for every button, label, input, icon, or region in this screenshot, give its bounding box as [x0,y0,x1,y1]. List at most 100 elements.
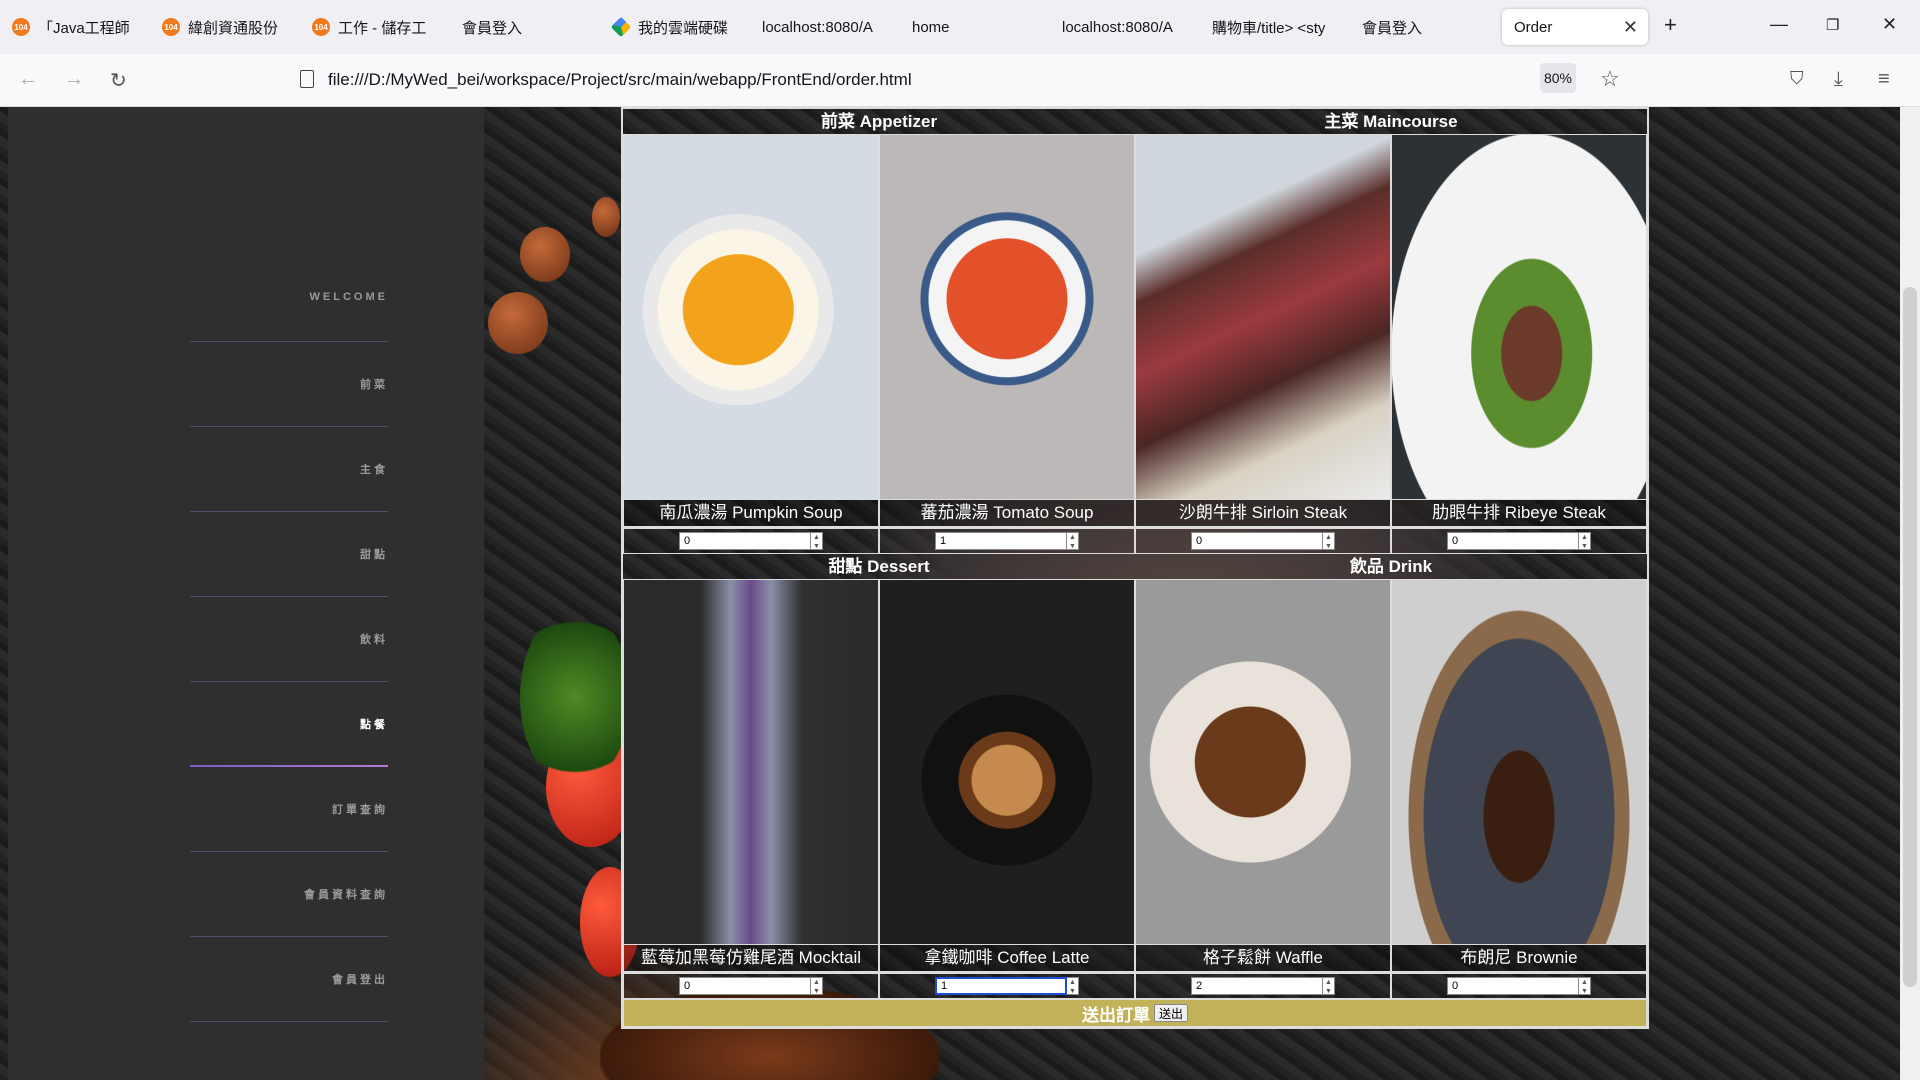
url-text[interactable]: file:///D:/MyWed_bei/workspace/Project/s… [328,70,912,90]
tomato-soup-image [880,135,1134,500]
google-drive-icon [612,16,632,38]
item-name: 布朗尼 Brownie [1392,945,1646,972]
item-name: 蕃茄濃湯 Tomato Soup [880,500,1134,527]
browser-nav-bar: ← → ↻ file:///D:/MyWed_bei/workspace/Pro… [0,54,1920,107]
page-scrollbar[interactable] [1900,107,1920,1080]
spinner-icon[interactable]: ▲ ▼ [1067,532,1079,550]
herb-decoration [520,607,630,787]
sidebar-item-drink[interactable]: 飲料 [190,597,388,682]
browser-tab[interactable]: 購物車/title> <sty [1212,9,1337,45]
spinner-icon[interactable]: ▲ ▼ [1323,977,1335,995]
brownie-image [1392,580,1646,945]
sidebar-item-welcome[interactable]: WELCOME [190,257,388,342]
orange-104-icon: 104 [162,18,180,36]
restore-icon[interactable]: ❐ [1826,16,1839,34]
quantity-input-mocktail[interactable] [679,977,811,995]
spinner-icon[interactable]: ▲ ▼ [1067,977,1079,995]
page-icon [300,70,314,88]
item-name: 肋眼牛排 Ribeye Steak [1392,500,1646,527]
browser-tab[interactable]: home [912,9,1032,45]
section-title-dessert: 甜點 Dessert [828,557,930,576]
sirloin-steak-image [1136,135,1390,500]
page-content: WELCOME 前菜 主食 甜點 飲料 點餐 訂單查詢 會員資料查詢 會員登出 … [0,107,1920,1080]
ribeye-steak-image [1392,135,1646,500]
sidebar-item-member-info[interactable]: 會員資料查詢 [190,852,388,937]
menu-card-coffee-latte: 拿鐵咖啡 Coffee Latte [879,579,1135,973]
submit-order-label: 送出訂單 [1081,1005,1150,1025]
section-header-row: 甜點 Dessert 飲品 Drink [623,554,1647,579]
download-icon[interactable]: ⤓ [1834,68,1843,91]
hazelnut-decoration [488,292,548,354]
back-icon[interactable]: ← [18,68,38,91]
menu-card-pumpkin-soup: 南瓜濃湯 Pumpkin Soup [623,134,879,528]
order-table: 前菜 Appetizer 主菜 Maincourse 南瓜濃湯 Pumpkin … [621,107,1649,1029]
hazelnut-decoration [592,197,620,237]
quantity-input-waffle[interactable] [1191,977,1323,995]
orange-104-icon: 104 [12,18,30,36]
sidebar-item-dessert[interactable]: 甜點 [190,512,388,597]
browser-tab-active[interactable]: Order ✕ [1502,9,1648,45]
submit-order-button[interactable]: 送出 [1153,1004,1188,1022]
sidebar-item-main[interactable]: 主食 [190,427,388,512]
browser-tab[interactable]: 104 緯創資通股份 [162,9,287,45]
item-name: 藍莓加黑莓仿雞尾酒 Mocktail [624,945,878,972]
bookmark-star-icon[interactable]: ☆ [1600,66,1620,92]
sidebar-item-logout[interactable]: 會員登出 [190,937,388,1022]
zoom-indicator[interactable]: 80% [1540,63,1576,93]
spinner-icon[interactable]: ▲ ▼ [1323,532,1335,550]
item-name: 拿鐵咖啡 Coffee Latte [880,945,1134,972]
menu-row-top: 南瓜濃湯 Pumpkin Soup 蕃茄濃湯 Tomato Soup 沙朗牛排 … [623,134,1647,528]
scrollbar-thumb[interactable] [1903,287,1917,987]
quantity-input-sirloin-steak[interactable] [1191,532,1323,550]
close-tab-icon[interactable]: ✕ [1623,17,1638,38]
address-bar[interactable]: file:///D:/MyWed_bei/workspace/Project/s… [288,62,1588,98]
menu-card-ribeye-steak: 肋眼牛排 Ribeye Steak [1391,134,1647,528]
sidebar: WELCOME 前菜 主食 甜點 飲料 點餐 訂單查詢 會員資料查詢 會員登出 [8,107,484,1080]
browser-tab[interactable]: localhost:8080/A [762,9,887,45]
browser-tab-bar: 104 「Java工程師 104 緯創資通股份 104 工作 - 儲存工 會員登入 我… [0,0,1920,54]
menu-row-bottom: 藍莓加黑莓仿雞尾酒 Mocktail 拿鐵咖啡 Coffee Latte 格子鬆… [623,579,1647,973]
sidebar-item-order-query[interactable]: 訂單查詢 [190,767,388,852]
pumpkin-soup-image [624,135,878,500]
browser-tab[interactable]: 104 工作 - 儲存工 [312,9,437,45]
reload-icon[interactable]: ↻ [110,68,127,93]
mocktail-image [624,580,878,945]
new-tab-icon[interactable]: + [1664,12,1677,38]
browser-tab[interactable]: 會員登入 [1362,9,1472,45]
browser-tab[interactable]: 會員登入 [462,9,572,45]
browser-tab[interactable]: 104 「Java工程師 [12,9,132,45]
hazelnut-decoration [520,227,570,282]
pocket-icon[interactable]: ⛉ [1790,68,1804,89]
browser-tab[interactable]: localhost:8080/A [1062,9,1187,45]
orange-104-icon: 104 [312,18,330,36]
menu-icon[interactable]: ≡ [1878,68,1890,91]
close-window-icon[interactable]: ✕ [1882,14,1897,35]
submit-order-row: 送出訂單 送出 [623,999,1647,1027]
minimize-icon[interactable]: — [1770,14,1788,35]
quantity-input-coffee-latte[interactable] [935,977,1067,995]
quantity-input-ribeye-steak[interactable] [1447,532,1579,550]
menu-card-waffle: 格子鬆餅 Waffle [1135,579,1391,973]
coffee-latte-image [880,580,1134,945]
quantity-input-tomato-soup[interactable] [935,532,1067,550]
forward-icon[interactable]: → [64,68,84,91]
item-name: 沙朗牛排 Sirloin Steak [1136,500,1390,527]
spinner-icon[interactable]: ▲ ▼ [811,977,823,995]
item-name: 南瓜濃湯 Pumpkin Soup [624,500,878,527]
menu-card-sirloin-steak: 沙朗牛排 Sirloin Steak [1135,134,1391,528]
divider [190,1021,388,1022]
quantity-input-brownie[interactable] [1447,977,1579,995]
section-title-drink: 飲品 Drink [1349,557,1433,576]
spinner-icon[interactable]: ▲ ▼ [1579,977,1591,995]
menu-card-brownie: 布朗尼 Brownie [1391,579,1647,973]
quantity-row-bottom: ▲▼ ▲▼ ▲▼ ▲▼ [623,973,1647,999]
quantity-row-top: ▲▼ ▲▼ ▲▼ ▲▼ [623,528,1647,554]
section-header-row: 前菜 Appetizer 主菜 Maincourse [623,109,1647,134]
sidebar-item-appetizer[interactable]: 前菜 [190,342,388,427]
spinner-icon[interactable]: ▲ ▼ [811,532,823,550]
spinner-icon[interactable]: ▲ ▼ [1579,532,1591,550]
quantity-input-pumpkin-soup[interactable] [679,532,811,550]
sidebar-item-order[interactable]: 點餐 [190,682,388,767]
browser-tab[interactable]: 我的雲端硬碟 [612,9,737,45]
waffle-image [1136,580,1390,945]
